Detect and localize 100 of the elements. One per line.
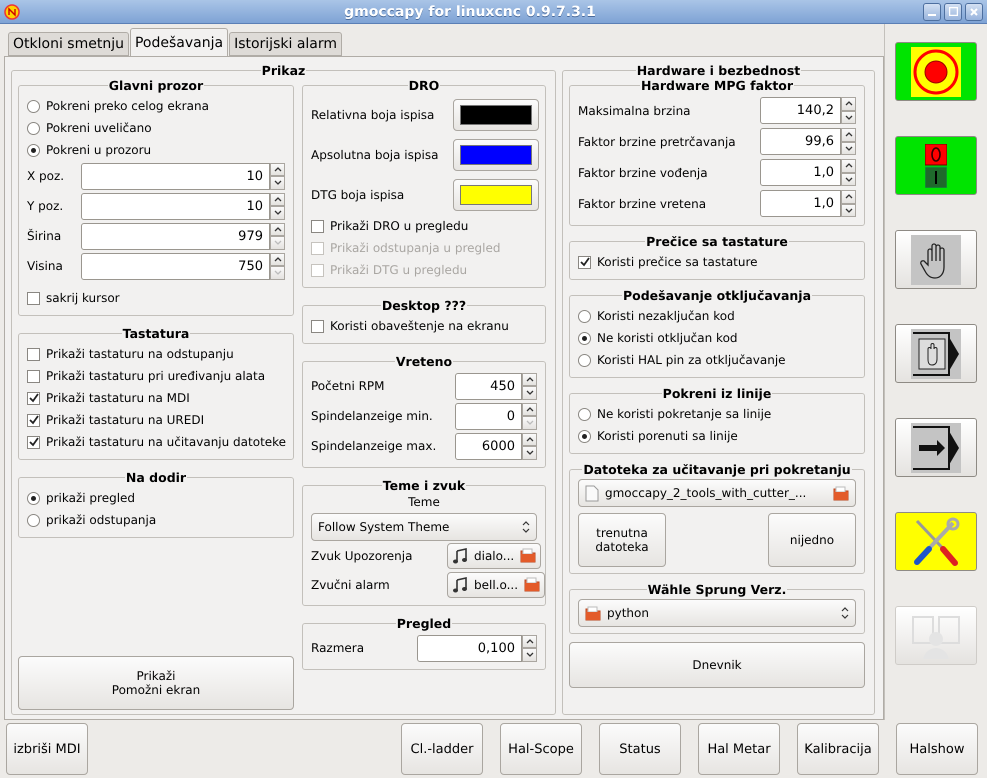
radio-button[interactable] — [578, 310, 591, 322]
checkbox[interactable] — [27, 392, 40, 404]
close-icon — [970, 8, 978, 16]
color-button[interactable] — [453, 99, 539, 131]
spin-down-button[interactable] — [270, 206, 285, 220]
option-label: Pokreni u prozoru — [46, 143, 152, 157]
color-button[interactable] — [453, 179, 539, 211]
number-field[interactable]: 10 — [81, 162, 270, 190]
music-note-icon — [452, 576, 468, 592]
radio-button[interactable] — [27, 514, 40, 526]
radio-button[interactable] — [578, 354, 591, 366]
spin-down-button[interactable] — [841, 110, 856, 124]
chevron-down-icon — [274, 210, 282, 216]
radio-button[interactable] — [578, 332, 591, 344]
checkbox[interactable] — [27, 348, 40, 360]
radio-button[interactable] — [27, 492, 40, 504]
spin-down-button[interactable] — [522, 446, 537, 460]
checkbox[interactable] — [27, 292, 40, 304]
folder-icon — [520, 548, 536, 563]
chevron-down-icon — [274, 270, 282, 276]
minimize-button[interactable] — [923, 2, 941, 20]
option-label: prikaži odstupanja — [46, 513, 156, 527]
color-button[interactable] — [453, 139, 539, 171]
tab[interactable]: Otkloni smetnju — [8, 32, 129, 56]
chevron-up-icon — [526, 638, 534, 644]
option-label: Ne koristi otključan kod — [597, 331, 738, 345]
mdi-button[interactable] — [895, 324, 977, 383]
checkbox[interactable] — [578, 256, 591, 268]
secondary-screen-button[interactable]: Prikaži Pomožni ekran — [18, 656, 294, 710]
spin-up-button[interactable] — [522, 432, 537, 446]
toolbar-button[interactable]: Halshow — [896, 723, 978, 775]
toolbar-button[interactable]: Status — [599, 723, 681, 775]
radio-button[interactable] — [27, 100, 40, 112]
toolbar-button[interactable]: izbriši MDI — [6, 723, 88, 775]
number-field[interactable]: 1,0 — [760, 159, 841, 186]
option-label: Prikaži tastaturu na MDI — [46, 391, 190, 405]
spin-down-button[interactable] — [841, 204, 856, 217]
spin-up-button[interactable] — [841, 97, 856, 110]
radio-button[interactable] — [578, 430, 591, 442]
radio-button[interactable] — [27, 144, 40, 156]
number-field[interactable]: 0 — [455, 402, 522, 430]
spin-up-button[interactable] — [522, 634, 537, 648]
checkbox[interactable] — [311, 320, 324, 332]
number-field[interactable]: 450 — [455, 372, 522, 400]
number-field[interactable]: 140,2 — [760, 97, 841, 124]
number-field[interactable]: 10 — [81, 192, 270, 220]
number-field[interactable]: 750 — [81, 252, 270, 280]
log-button[interactable]: Dnevnik — [569, 642, 865, 688]
spin-down-button[interactable] — [841, 142, 856, 155]
number-field[interactable]: 1,0 — [760, 190, 841, 217]
spin-down-button[interactable] — [522, 386, 537, 400]
spin-up-button[interactable] — [270, 222, 285, 236]
maximize-button[interactable] — [944, 2, 962, 20]
close-button[interactable] — [965, 2, 983, 20]
chevron-down-icon — [844, 208, 852, 213]
field-label: Faktor brzine pretrčavanja — [578, 134, 737, 148]
checkbox[interactable] — [27, 370, 40, 382]
auto-button[interactable] — [895, 418, 977, 477]
toolbar-button[interactable]: Hal-Scope — [500, 723, 582, 775]
file-action-button[interactable]: nijedno — [768, 513, 856, 567]
estop-button[interactable] — [895, 42, 977, 101]
spin-up-button[interactable] — [522, 372, 537, 386]
toolbar-button[interactable]: Cl.-ladder — [401, 723, 483, 775]
toolbar-button[interactable]: Hal Metar — [698, 723, 780, 775]
spin-up-button[interactable] — [841, 128, 856, 142]
tab[interactable]: Podešavanja — [130, 28, 228, 56]
spin-up-button[interactable] — [270, 162, 285, 176]
hand-icon — [911, 234, 961, 284]
number-field[interactable]: 979 — [81, 222, 270, 250]
radio-button[interactable] — [27, 122, 40, 134]
sound-file-button[interactable]: dialo... — [447, 542, 542, 568]
manual-button[interactable] — [895, 230, 977, 289]
sound-file-button[interactable]: bell.o... — [447, 572, 546, 598]
spin-down-button[interactable] — [522, 648, 537, 662]
number-field[interactable]: 6000 — [455, 432, 522, 460]
minimize-icon — [928, 14, 936, 16]
option-label: Prikaži DRO u pregledu — [330, 219, 468, 233]
file-chooser-button[interactable]: gmoccapy_2_tools_with_cutter_... — [578, 479, 856, 507]
theme-dropdown[interactable]: Follow System Theme — [311, 513, 537, 541]
checkbox[interactable] — [27, 436, 40, 448]
chevron-down-icon — [274, 180, 282, 186]
spin-up-button[interactable] — [522, 402, 537, 416]
power-button[interactable] — [895, 136, 977, 195]
spin-up-button[interactable] — [270, 192, 285, 206]
toolbar-button[interactable]: Kalibracija — [797, 723, 879, 775]
file-action-button[interactable]: trenutna datoteka — [578, 513, 666, 567]
spin-up-button[interactable] — [841, 159, 856, 172]
settings-button[interactable] — [895, 512, 977, 571]
spin-down-button[interactable] — [841, 172, 856, 186]
group-title: Prikaz — [260, 63, 306, 78]
number-field[interactable]: 99,6 — [760, 128, 841, 155]
folder-dropdown[interactable]: python — [578, 599, 856, 627]
checkbox[interactable] — [311, 220, 324, 232]
number-field[interactable]: 0,100 — [417, 634, 522, 662]
tab[interactable]: Istorijski alarm — [229, 32, 342, 56]
radio-button[interactable] — [578, 408, 591, 420]
spin-up-button[interactable] — [270, 252, 285, 266]
checkbox[interactable] — [27, 414, 40, 426]
spin-down-button[interactable] — [270, 176, 285, 190]
spin-up-button[interactable] — [841, 190, 856, 204]
